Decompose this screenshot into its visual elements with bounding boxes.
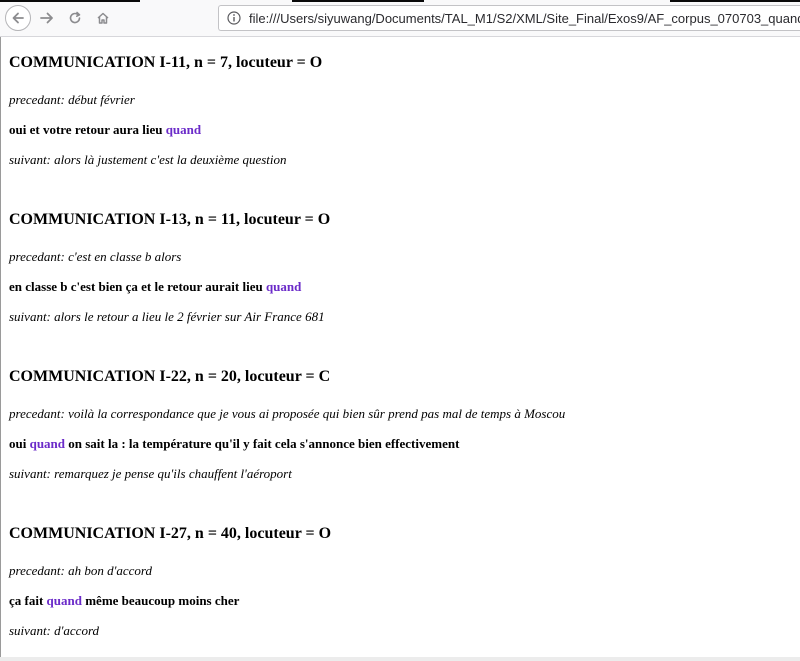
forward-arrow-icon [40, 12, 53, 24]
info-icon[interactable] [227, 11, 241, 25]
utterance-before: ça fait [9, 593, 47, 608]
back-arrow-icon [12, 12, 24, 24]
suivant-line: suivant: d'accord [9, 623, 100, 638]
home-button[interactable] [92, 5, 114, 31]
precedant-line: precedant: c'est en classe b alors [9, 249, 182, 264]
keyword-quand: quand [165, 122, 202, 137]
home-icon [97, 12, 109, 24]
precedant-line: precedant: voilà la correspondance que j… [9, 406, 566, 421]
communication-heading: COMMUNICATION I-27, n = 40, locuteur = O [9, 525, 332, 542]
utterance-after: on sait la : la température qu'il y fait… [65, 436, 460, 451]
keyword-quand: quand [29, 436, 66, 451]
bottom-scroll-edge [0, 657, 800, 661]
communication-heading: COMMUNICATION I-13, n = 11, locuteur = O [9, 211, 331, 228]
precedant-line: precedant: début février [9, 92, 135, 107]
xml-document-view: COMMUNICATION I-11, n = 7, locuteur = O … [0, 37, 800, 661]
utterance-before: oui et votre retour aura lieu [9, 122, 166, 137]
tab-strip-edge [292, 0, 424, 2]
url-text[interactable]: file:///Users/siyuwang/Documents/TAL_M1/… [249, 11, 800, 26]
communication-heading: COMMUNICATION I-22, n = 20, locuteur = C [9, 368, 331, 385]
suivant-line: suivant: alors là justement c'est la deu… [9, 152, 287, 167]
suivant-line: suivant: remarquez je pense qu'ils chauf… [9, 466, 292, 481]
keyword-quand: quand [46, 593, 82, 608]
reload-icon [69, 11, 81, 24]
utterance-line: oui quand on sait la : la température qu… [9, 436, 459, 452]
suivant-line: suivant: alors le retour a lieu le 2 fév… [9, 309, 325, 324]
utterance-before: en classe b c'est bien ça et le retour a… [9, 279, 266, 294]
precedant-line: precedant: ah bon d'accord [9, 563, 152, 578]
utterance-after: même beaucoup moins cher [81, 593, 240, 608]
utterance-line: en classe b c'est bien ça et le retour a… [9, 279, 301, 295]
keyword-quand: quand [265, 279, 302, 294]
forward-button[interactable] [36, 5, 58, 31]
reload-button[interactable] [64, 5, 86, 31]
tab-strip-edge [670, 0, 800, 2]
utterance-line: oui et votre retour aura lieu quand [9, 122, 201, 138]
utterance-line: ça fait quand même beaucoup moins cher [9, 593, 239, 609]
address-bar[interactable]: file:///Users/siyuwang/Documents/TAL_M1/… [218, 5, 800, 31]
tab-strip-edge [0, 0, 140, 2]
utterance-before: oui [9, 436, 30, 451]
back-button[interactable] [5, 5, 31, 31]
browser-toolbar: file:///Users/siyuwang/Documents/TAL_M1/… [0, 0, 800, 37]
communication-heading: COMMUNICATION I-11, n = 7, locuteur = O [9, 54, 323, 71]
